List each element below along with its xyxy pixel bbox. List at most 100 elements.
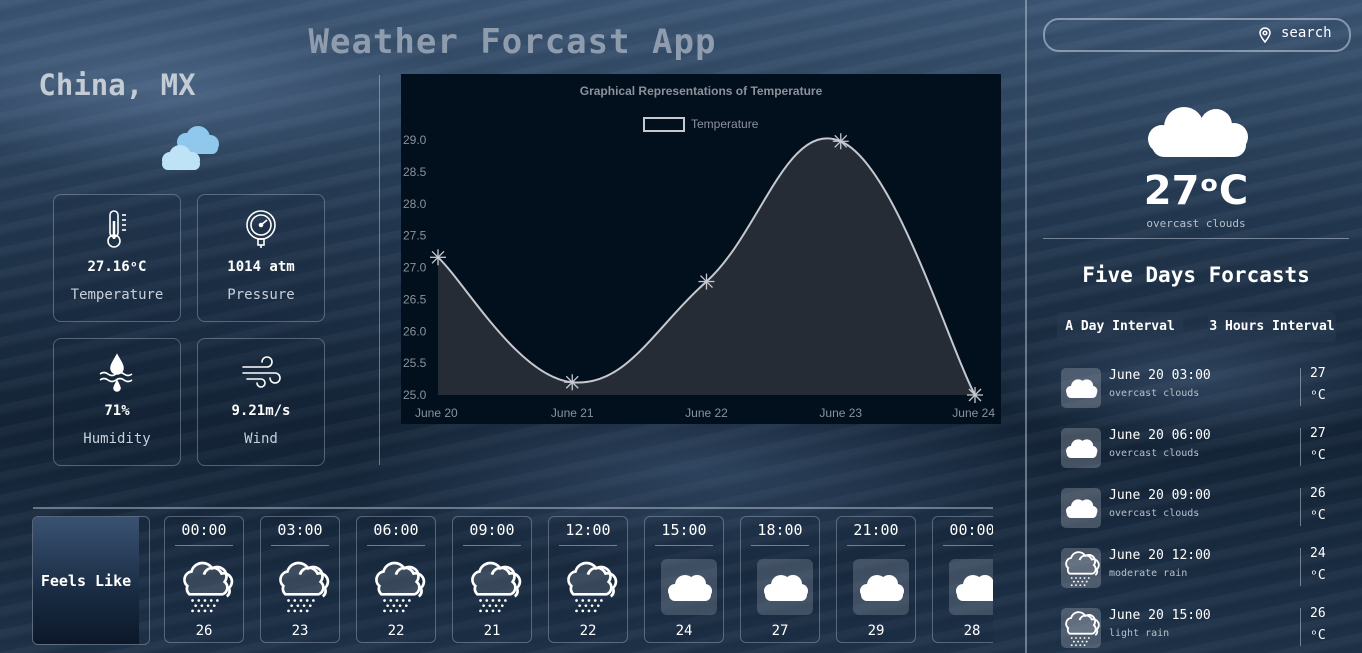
forecast-temp: 27 — [1310, 366, 1326, 381]
forecast-unit: ᵒC — [1310, 388, 1326, 403]
forecast-item[interactable]: June 20 09:00 overcast clouds 26 ᵒC — [1061, 486, 1351, 530]
forecast-temp: 26 — [1310, 606, 1326, 621]
forecast-item[interactable]: June 20 03:00 overcast clouds 27 ᵒC — [1061, 366, 1351, 410]
stat-pressure: 1014 atm Pressure — [197, 194, 325, 322]
hourly-temp: 28 — [963, 623, 981, 639]
forecast-date: June 20 06:00 — [1109, 428, 1211, 443]
data-point — [564, 374, 581, 391]
icon-tile — [949, 559, 993, 615]
forecast-unit: ᵒC — [1310, 508, 1326, 523]
rain-cloud-icon — [1065, 551, 1100, 587]
forecast-item[interactable]: June 20 12:00 moderate rain 24 ᵒC — [1061, 546, 1351, 590]
hourly-time: 09:00 — [469, 521, 515, 539]
hourly-time: 18:00 — [757, 521, 803, 539]
pressure-label: Pressure — [227, 287, 295, 303]
icon-tile — [853, 559, 909, 615]
y-tick-label: 25.5 — [403, 356, 427, 370]
hourly-temp: 22 — [579, 623, 597, 639]
stat-wind: 9.21m/s Wind — [197, 338, 325, 466]
current-cloud-icon — [1148, 107, 1248, 157]
forecast-unit: ᵒC — [1310, 448, 1326, 463]
cloud-icon — [956, 575, 993, 601]
tab-3-hours-interval[interactable]: 3 Hours Interval — [1208, 312, 1336, 342]
right-panel-divider — [1025, 0, 1027, 653]
data-point — [698, 273, 715, 290]
icon-tile — [661, 559, 717, 615]
forecast-date: June 20 12:00 — [1109, 548, 1211, 563]
forecast-temp: 27 — [1310, 426, 1326, 441]
hourly-temp: 26 — [195, 623, 213, 639]
vertical-divider — [379, 75, 380, 465]
hourly-card[interactable]: 12:00 22 — [548, 516, 628, 643]
hourly-card[interactable]: 18:00 27 — [740, 516, 820, 643]
forecast-desc: overcast clouds — [1109, 448, 1200, 459]
forecast-icon-tile — [1061, 428, 1101, 468]
hourly-card[interactable]: 00:00 26 — [164, 516, 244, 643]
location-pin-icon[interactable] — [1257, 27, 1273, 43]
forecast-temp: 26 — [1310, 486, 1326, 501]
y-tick-label: 28.5 — [403, 165, 427, 179]
x-tick-label: June 24 — [952, 406, 995, 420]
icon-tile — [757, 559, 813, 615]
forecast-unit: ᵒC — [1310, 568, 1326, 583]
x-tick-label: June 22 — [685, 406, 728, 420]
hourly-card[interactable]: 03:00 23 — [260, 516, 340, 643]
search-bar[interactable]: search — [1043, 18, 1351, 52]
hourly-time: 00:00 — [181, 521, 227, 539]
hourly-temp: 21 — [483, 623, 501, 639]
forecast-desc: moderate rain — [1109, 568, 1188, 579]
chart-title: Graphical Representations of Temperature — [580, 84, 823, 98]
hourly-temp: 24 — [675, 623, 693, 639]
current-temperature: 27ᵒC — [1143, 168, 1249, 214]
y-tick-label: 29.0 — [403, 133, 427, 147]
forecast-icon-tile — [1061, 488, 1101, 528]
wind-icon — [242, 356, 281, 388]
hourly-temp: 23 — [291, 623, 309, 639]
hourly-card[interactable]: 15:00 24 — [644, 516, 724, 643]
search-button[interactable]: search — [1281, 25, 1332, 41]
hourly-time: 03:00 — [277, 521, 323, 539]
forecast-desc: overcast clouds — [1109, 388, 1200, 399]
city-name: China, MX — [38, 68, 196, 102]
hourly-temp: 29 — [867, 623, 885, 639]
forecast-date: June 20 15:00 — [1109, 608, 1211, 623]
hourly-temp: 22 — [387, 623, 405, 639]
feels-like-card: Feels Like — [32, 516, 150, 645]
x-tick-label: June 23 — [819, 406, 862, 420]
cloud-icon — [1066, 499, 1098, 518]
clouds-icon — [162, 126, 219, 170]
forecast-icon-tile — [1061, 548, 1101, 588]
y-tick-label: 27.0 — [403, 261, 427, 275]
forecast-icon-tile — [1061, 608, 1101, 648]
hourly-card[interactable]: 21:00 29 — [836, 516, 916, 643]
stat-humidity: 71% Humidity — [53, 338, 181, 466]
thermometer-icon — [107, 210, 126, 248]
hourly-time: 21:00 — [853, 521, 899, 539]
hourly-card[interactable]: 06:00 22 — [356, 516, 436, 643]
hourly-time: 12:00 — [565, 521, 611, 539]
hourly-time: 15:00 — [661, 521, 707, 539]
y-tick-label: 27.5 — [403, 229, 427, 243]
y-tick-label: 25.0 — [403, 388, 427, 402]
hourly-card[interactable]: 00:00 28 — [932, 516, 993, 643]
hourly-time: 06:00 — [373, 521, 419, 539]
forecast-icon-tile — [1061, 368, 1101, 408]
hourly-time: 00:00 — [949, 521, 993, 539]
hourly-strip[interactable]: 00:00 26 03:00 23 06:00 22 09:00 21 12:00 22… — [164, 516, 993, 643]
stat-temperature: 27.16ᵒC Temperature — [53, 194, 181, 322]
wind-value: 9.21m/s — [231, 403, 291, 419]
forecast-date: June 20 09:00 — [1109, 488, 1211, 503]
forecast-item[interactable]: June 20 15:00 light rain 26 ᵒC — [1061, 606, 1351, 650]
tab-day-interval[interactable]: A Day Interval — [1057, 312, 1183, 342]
hourly-card[interactable]: 09:00 21 — [452, 516, 532, 643]
forecast-item[interactable]: June 20 06:00 overcast clouds 27 ᵒC — [1061, 426, 1351, 470]
cloud-icon — [668, 575, 712, 601]
cloud-icon — [764, 575, 808, 601]
app-title: Weather Forcast App — [308, 22, 717, 62]
pressure-value: 1014 atm — [227, 259, 295, 275]
y-tick-label: 26.5 — [403, 292, 427, 306]
y-tick-label: 26.0 — [403, 324, 427, 338]
rain-cloud-icon — [567, 561, 618, 613]
forecast-date: June 20 03:00 — [1109, 368, 1211, 383]
rain-cloud-icon — [471, 561, 522, 613]
